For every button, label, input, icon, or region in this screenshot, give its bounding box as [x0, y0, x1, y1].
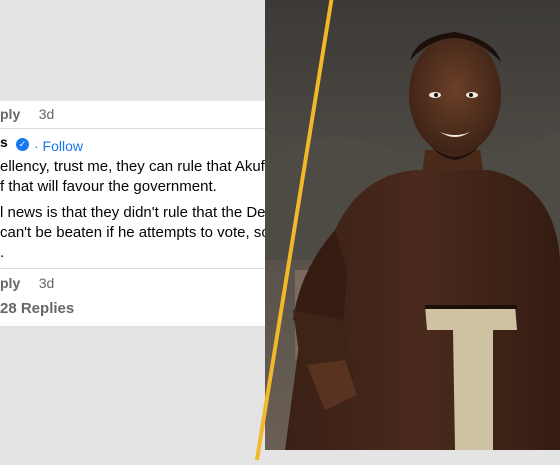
reply-link[interactable]: ply — [0, 275, 20, 291]
reply-link[interactable]: ply — [0, 106, 20, 122]
verified-badge-icon: ✓ — [16, 138, 29, 151]
timestamp[interactable]: 3d — [39, 106, 55, 122]
bottom-reply-row: ply 3d — [0, 275, 54, 293]
view-replies-link[interactable]: 28 Replies — [0, 300, 74, 317]
comment-line: f that will favour the government. — [0, 178, 217, 195]
accent-stripe — [255, 0, 335, 460]
comment-author[interactable]: s — [0, 134, 8, 150]
follow-button[interactable]: · Follow — [34, 138, 83, 154]
comment-line: . — [0, 244, 5, 261]
comment-line: can't be beaten if he attempts to vote, … — [0, 224, 270, 241]
timestamp[interactable]: 3d — [39, 275, 55, 291]
comment-line: ellency, trust me, they can rule that Ak… — [0, 158, 295, 175]
comment-line: l news is that they didn't rule that the… — [0, 204, 274, 221]
top-reply-row: ply 3d — [0, 106, 54, 124]
